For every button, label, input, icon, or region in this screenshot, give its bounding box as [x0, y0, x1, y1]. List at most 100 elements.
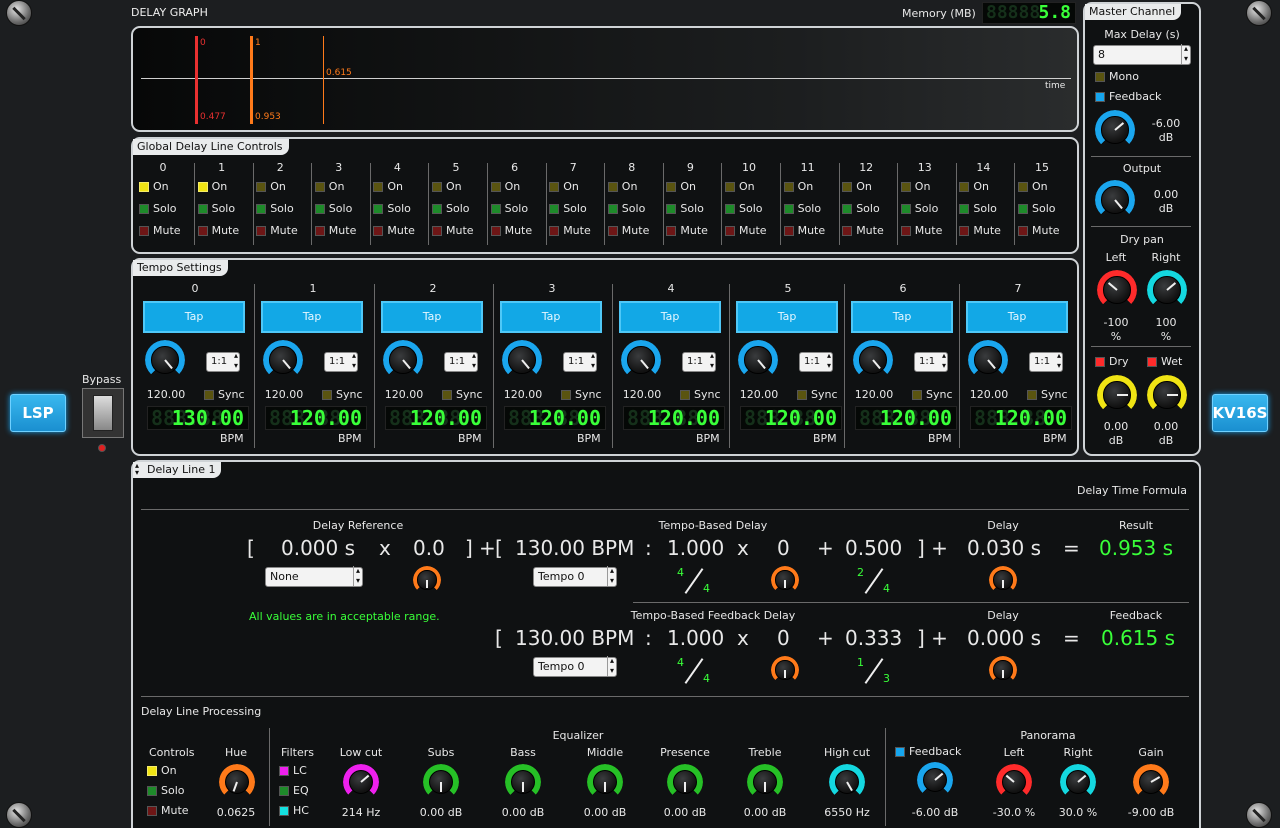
channel-on-toggle[interactable]: On [842, 180, 900, 202]
channel-mute-toggle[interactable]: Mute [666, 224, 724, 246]
fraction-3[interactable]: 44 [673, 656, 713, 686]
pan-right-knob[interactable] [1060, 764, 1096, 800]
channel-on-toggle[interactable]: On [373, 180, 431, 202]
output-knob[interactable] [1095, 180, 1135, 220]
band-knob[interactable] [667, 764, 703, 800]
sync-toggle[interactable]: Sync [561, 388, 602, 401]
reference-mult-knob[interactable] [413, 566, 441, 594]
band-knob[interactable] [829, 764, 865, 800]
dry-toggle[interactable]: Dry [1095, 355, 1129, 368]
channel-mute-toggle[interactable]: Mute [314, 224, 373, 246]
reference-select[interactable]: None [265, 566, 363, 587]
hue-knob[interactable] [219, 764, 255, 800]
channel-solo-toggle[interactable]: Solo [197, 202, 256, 224]
wet-toggle[interactable]: Wet [1147, 355, 1182, 368]
tempo-knob[interactable] [502, 340, 542, 380]
tap-button[interactable]: Tap [261, 301, 363, 333]
channel-mute-toggle[interactable]: Mute [783, 224, 842, 246]
channel-on-toggle[interactable]: On [197, 180, 256, 202]
channel-mute-toggle[interactable]: Mute [607, 224, 666, 246]
tempo-knob[interactable] [853, 340, 893, 380]
mono-toggle[interactable]: Mono [1095, 70, 1139, 83]
proc-solo-toggle[interactable]: Solo [147, 784, 185, 797]
tempo-multiplier[interactable]: 1.000 [667, 536, 724, 560]
channel-solo-toggle[interactable]: Solo [783, 202, 842, 224]
channel-on-toggle[interactable]: On [725, 180, 783, 202]
channel-solo-toggle[interactable]: Solo [432, 202, 490, 224]
pan-left-knob[interactable] [996, 764, 1032, 800]
sync-toggle[interactable]: Sync [680, 388, 721, 401]
tempo-mult2[interactable]: 0 [777, 536, 790, 560]
channel-mute-toggle[interactable]: Mute [139, 224, 197, 246]
fraction-1[interactable]: 44 [673, 566, 713, 596]
channel-mute-toggle[interactable]: Mute [490, 224, 549, 246]
tempo-knob[interactable] [145, 340, 185, 380]
eq-toggle[interactable]: EQ [279, 784, 309, 797]
fraction-4[interactable]: 13 [853, 656, 893, 686]
band-knob[interactable] [343, 764, 379, 800]
master-feedback-knob[interactable] [1095, 110, 1135, 150]
bypass-switch[interactable] [82, 388, 124, 438]
channel-solo-toggle[interactable]: Solo [256, 202, 314, 224]
band-knob[interactable] [747, 764, 783, 800]
ratio-spinner[interactable]: 1:1 [563, 351, 597, 372]
tap-button[interactable]: Tap [851, 301, 953, 333]
channel-on-toggle[interactable]: On [490, 180, 549, 202]
fb-multiplier[interactable]: 1.000 [667, 626, 724, 650]
channel-solo-toggle[interactable]: Solo [373, 202, 431, 224]
band-knob[interactable] [423, 764, 459, 800]
channel-on-toggle[interactable]: On [666, 180, 724, 202]
channel-on-toggle[interactable]: On [607, 180, 666, 202]
ratio-spinner[interactable]: 1:1 [1029, 351, 1063, 372]
channel-mute-toggle[interactable]: Mute [197, 224, 256, 246]
fb-mult-knob[interactable] [771, 656, 799, 684]
channel-on-toggle[interactable]: On [549, 180, 607, 202]
max-delay-select[interactable]: 8 [1093, 44, 1191, 65]
tap-button[interactable]: Tap [619, 301, 721, 333]
lc-toggle[interactable]: LC [279, 764, 307, 777]
delay-graph[interactable]: time 0 0.477 1 0.953 0.615 [131, 26, 1079, 132]
fraction-value[interactable]: 0.500 [845, 536, 902, 560]
proc-feedback-toggle[interactable]: Feedback [895, 745, 961, 758]
channel-solo-toggle[interactable]: Solo [900, 202, 959, 224]
sync-toggle[interactable]: Sync [1027, 388, 1068, 401]
sync-toggle[interactable]: Sync [912, 388, 953, 401]
channel-mute-toggle[interactable]: Mute [959, 224, 1017, 246]
channel-solo-toggle[interactable]: Solo [607, 202, 666, 224]
tap-button[interactable]: Tap [500, 301, 602, 333]
channel-on-toggle[interactable]: On [900, 180, 959, 202]
channel-mute-toggle[interactable]: Mute [256, 224, 314, 246]
channel-solo-toggle[interactable]: Solo [1018, 202, 1076, 224]
tempo-knob[interactable] [263, 340, 303, 380]
channel-mute-toggle[interactable]: Mute [432, 224, 490, 246]
tempo-knob[interactable] [738, 340, 778, 380]
channel-on-toggle[interactable]: On [959, 180, 1017, 202]
tap-button[interactable]: Tap [966, 301, 1068, 333]
channel-mute-toggle[interactable]: Mute [842, 224, 900, 246]
channel-mute-toggle[interactable]: Mute [1018, 224, 1076, 246]
channel-mute-toggle[interactable]: Mute [725, 224, 783, 246]
channel-solo-toggle[interactable]: Solo [139, 202, 197, 224]
tempo-select[interactable]: Tempo 0 [533, 566, 617, 587]
delay-knob[interactable] [989, 566, 1017, 594]
wet-gain-knob[interactable] [1147, 375, 1187, 415]
fb-tempo-select[interactable]: Tempo 0 [533, 656, 617, 677]
channel-solo-toggle[interactable]: Solo [842, 202, 900, 224]
channel-mute-toggle[interactable]: Mute [900, 224, 959, 246]
fb-delay-knob[interactable] [989, 656, 1017, 684]
channel-on-toggle[interactable]: On [1018, 180, 1076, 202]
fb-delay-value[interactable]: 0.000 s [967, 626, 1041, 650]
tempo-knob[interactable] [621, 340, 661, 380]
gain-knob[interactable] [1133, 764, 1169, 800]
proc-on-toggle[interactable]: On [147, 764, 177, 777]
tempo-knob[interactable] [383, 340, 423, 380]
channel-solo-toggle[interactable]: Solo [725, 202, 783, 224]
ratio-spinner[interactable]: 1:1 [206, 351, 240, 372]
tap-button[interactable]: Tap [143, 301, 245, 333]
fb-fraction-value[interactable]: 0.333 [845, 626, 902, 650]
reference-value[interactable]: 0.000 s [281, 536, 355, 560]
sync-toggle[interactable]: Sync [442, 388, 483, 401]
proc-feedback-knob[interactable] [917, 762, 953, 798]
channel-on-toggle[interactable]: On [432, 180, 490, 202]
channel-solo-toggle[interactable]: Solo [490, 202, 549, 224]
